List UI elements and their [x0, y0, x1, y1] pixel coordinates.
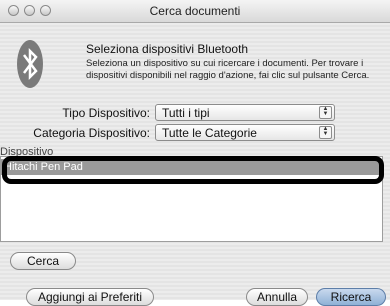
- device-category-select[interactable]: Tutte le Categorie ▲ ▼: [155, 124, 335, 141]
- device-type-value: Tutti i tipi: [162, 106, 210, 120]
- cancel-button[interactable]: Annulla: [246, 288, 308, 306]
- up-down-arrows-icon: ▲ ▼: [319, 106, 332, 119]
- device-category-label: Categoria Dispositivo:: [33, 126, 150, 140]
- search-default-button[interactable]: Ricerca: [316, 288, 386, 306]
- header-title: Seleziona dispositivi Bluetooth: [86, 42, 249, 56]
- device-type-select[interactable]: Tutti i tipi ▲ ▼: [155, 104, 335, 121]
- window-title: Cerca documenti: [149, 4, 241, 18]
- add-to-favorites-button[interactable]: Aggiungi ai Preferiti: [26, 288, 154, 306]
- header-description: Seleziona un dispositivo su cui ricercar…: [86, 58, 370, 81]
- device-type-label: Tipo Dispositivo:: [62, 106, 150, 120]
- list-item[interactable]: Hitachi Pen Pad: [1, 159, 379, 175]
- bluetooth-search-window: Cerca documenti Seleziona dispositivi Bl…: [0, 0, 390, 306]
- search-button[interactable]: Cerca: [10, 252, 76, 270]
- device-list[interactable]: Hitachi Pen Pad: [0, 156, 383, 242]
- up-down-arrows-icon: ▲ ▼: [319, 126, 332, 139]
- title-bar: Cerca documenti: [0, 0, 390, 23]
- device-category-value: Tutte le Categorie: [162, 126, 257, 140]
- bluetooth-icon: [17, 40, 43, 88]
